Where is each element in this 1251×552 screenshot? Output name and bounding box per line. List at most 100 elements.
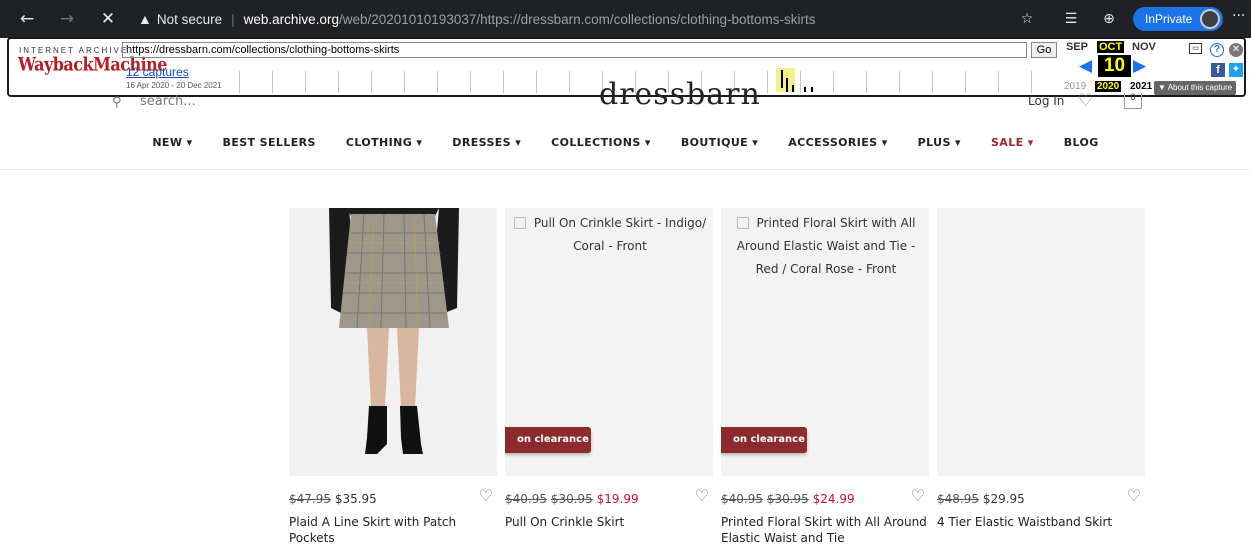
- warning-icon: ▲: [138, 11, 152, 27]
- product-price: $47.95 $35.95: [289, 492, 377, 506]
- sale-price: $19.99: [596, 492, 639, 506]
- clearance-badge: on clearance: [721, 427, 807, 453]
- nav-dresses[interactable]: DRESSES ▾: [437, 136, 536, 156]
- prev-month-link[interactable]: SEP: [1066, 41, 1088, 53]
- sparkline-year-tick: [965, 71, 966, 93]
- next-capture-icon[interactable]: ▶: [1133, 56, 1146, 76]
- original-price: $40.95: [721, 492, 763, 506]
- address-bar[interactable]: ▲ Not secure | web.archive.org/web/20201…: [138, 7, 978, 31]
- calendar-icon[interactable]: ▭: [1189, 43, 1202, 54]
- product-image[interactable]: [289, 208, 497, 476]
- product-card[interactable]: $47.95 $35.95 ♡ Plaid A Line Skirt with …: [289, 208, 497, 545]
- wishlist-heart-icon[interactable]: ♡: [1078, 91, 1093, 111]
- url-host: web.archive.org: [243, 11, 339, 27]
- sparkline-year-tick: [305, 71, 306, 93]
- product-name[interactable]: 4 Tier Elastic Waistband Skirt: [937, 514, 1147, 530]
- help-icon[interactable]: ?: [1210, 43, 1224, 57]
- wishlist-heart-icon[interactable]: ♡: [911, 486, 925, 505]
- product-price: $40.95 $30.95 $24.99: [721, 492, 855, 506]
- twitter-icon[interactable]: ✦: [1229, 63, 1243, 77]
- favorites-list-icon[interactable]: ☰: [1060, 9, 1082, 29]
- product-name[interactable]: Pull On Crinkle Skirt: [505, 514, 715, 530]
- sparkline-bar: [804, 87, 806, 92]
- clearance-badge: on clearance: [505, 427, 591, 453]
- product-card[interactable]: $48.95 $29.95 ♡ 4 Tier Elastic Waistband…: [937, 208, 1145, 529]
- broken-image-icon: [736, 217, 749, 229]
- wishlist-heart-icon[interactable]: ♡: [695, 486, 709, 505]
- original-price: $48.95: [937, 492, 979, 506]
- current-day: 10: [1098, 55, 1131, 77]
- product-photo: [289, 208, 497, 476]
- nav-sale[interactable]: SALE ▾: [976, 136, 1049, 156]
- product-image[interactable]: [937, 208, 1145, 476]
- wishlist-heart-icon[interactable]: ♡: [479, 486, 493, 505]
- product-image[interactable]: Pull On Crinkle Skirt - Indigo/ Coral - …: [505, 208, 713, 476]
- back-arrow-icon[interactable]: ←: [14, 6, 40, 32]
- previous-price: $30.95: [550, 492, 593, 506]
- close-icon[interactable]: ✕: [1229, 43, 1243, 57]
- sparkline-year-tick: [767, 71, 768, 93]
- facebook-icon[interactable]: f: [1211, 63, 1225, 77]
- sparkline-bar: [811, 87, 813, 92]
- product-name[interactable]: Plaid A Line Skirt with Patch Pockets: [289, 514, 499, 546]
- sparkline-year-tick: [899, 71, 900, 93]
- sparkline-year-tick: [932, 71, 933, 93]
- wishlist-heart-icon[interactable]: ♡: [1127, 486, 1141, 505]
- stop-icon[interactable]: ✕: [95, 6, 121, 32]
- product-image[interactable]: Printed Floral Skirt with All Around Ela…: [721, 208, 929, 476]
- about-capture-button[interactable]: ▼ About this capture: [1154, 81, 1237, 95]
- current-month: OCT: [1097, 41, 1125, 53]
- product-name[interactable]: Printed Floral Skirt with All Around Ela…: [721, 514, 931, 546]
- sparkline-year-tick: [833, 71, 834, 93]
- sparkline-year-tick: [998, 71, 999, 93]
- nav-accessories[interactable]: ACCESSORIES ▾: [773, 136, 902, 156]
- inprivate-label: InPrivate: [1145, 12, 1193, 26]
- brand-logo[interactable]: dressbarn: [599, 77, 761, 112]
- sparkline-bar: [781, 70, 783, 88]
- wayback-logo[interactable]: WaybackMachine: [18, 52, 167, 77]
- next-month-link[interactable]: NOV: [1132, 41, 1156, 53]
- header-divider: [0, 169, 1251, 170]
- shopping-bag-icon[interactable]: 0: [1124, 93, 1142, 109]
- nav-new[interactable]: NEW ▾: [137, 136, 207, 156]
- original-price: $47.95: [289, 492, 331, 506]
- wayback-go-button[interactable]: Go: [1031, 42, 1057, 58]
- sparkline-year-tick: [470, 71, 471, 93]
- broken-image-alt: Pull On Crinkle Skirt - Indigo/ Coral - …: [511, 212, 709, 258]
- nav-blog[interactable]: BLOG: [1049, 136, 1114, 156]
- collections-icon[interactable]: ⊕: [1098, 9, 1120, 29]
- nav-clothing[interactable]: CLOTHING ▾: [331, 136, 437, 156]
- captures-link[interactable]: 12 captures: [126, 65, 189, 79]
- sparkline-year-tick: [1031, 71, 1032, 93]
- forward-arrow-icon[interactable]: →: [54, 6, 80, 32]
- nav-boutique[interactable]: BOUTIQUE ▾: [666, 136, 773, 156]
- profile-avatar: [1200, 9, 1220, 29]
- address-separator: |: [231, 11, 235, 27]
- sparkline-year-tick: [800, 71, 801, 93]
- nav-best-sellers[interactable]: BEST SELLERS: [208, 136, 331, 156]
- original-price: $40.95: [505, 492, 547, 506]
- broken-image-alt: Printed Floral Skirt with All Around Ela…: [727, 212, 925, 281]
- next-year-link[interactable]: 2021: [1130, 81, 1152, 92]
- search-input[interactable]: search...: [140, 94, 196, 109]
- inprivate-button[interactable]: InPrivate: [1133, 7, 1223, 31]
- sparkline-year-tick: [239, 71, 240, 93]
- prev-capture-icon[interactable]: ◀: [1079, 56, 1092, 76]
- sparkline-bar: [786, 78, 788, 92]
- nav-collections[interactable]: COLLECTIONS ▾: [536, 136, 666, 156]
- search-icon[interactable]: ⚲: [112, 95, 122, 110]
- wayback-url-input[interactable]: https://dressbarn.com/collections/clothi…: [122, 42, 1027, 58]
- current-year: 2020: [1095, 81, 1122, 92]
- image-alt-text: Pull On Crinkle Skirt - Indigo/ Coral - …: [533, 216, 707, 253]
- sparkline-year-tick: [404, 71, 405, 93]
- product-card[interactable]: Printed Floral Skirt with All Around Ela…: [721, 208, 929, 545]
- current-price: $29.95: [982, 492, 1025, 506]
- favorite-star-icon[interactable]: ☆: [1016, 9, 1038, 29]
- login-link[interactable]: Log In: [1028, 94, 1064, 108]
- broken-image-icon: [513, 217, 526, 229]
- nav-plus[interactable]: PLUS ▾: [903, 136, 976, 156]
- product-price: $48.95 $29.95: [937, 492, 1025, 506]
- image-alt-text: Printed Floral Skirt with All Around Ela…: [736, 216, 916, 276]
- more-menu-icon[interactable]: ···: [1232, 8, 1245, 24]
- product-card[interactable]: Pull On Crinkle Skirt - Indigo/ Coral - …: [505, 208, 713, 529]
